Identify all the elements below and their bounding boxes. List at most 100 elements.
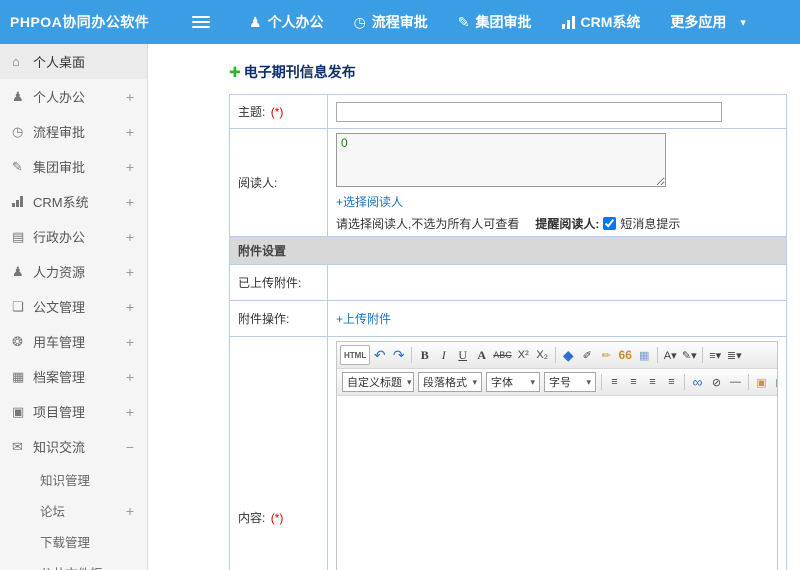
sidebar-item-workflow-approval[interactable]: ◷ 流程审批 +: [0, 114, 147, 149]
expand-indicator: +: [125, 368, 134, 385]
char-style-button[interactable]: A: [472, 345, 491, 365]
bold-button[interactable]: B: [415, 345, 434, 365]
underline-button[interactable]: U: [453, 345, 472, 365]
sidebar-item-admin-office[interactable]: ▤ 行政办公 +: [0, 219, 147, 254]
custom-title-select[interactable]: 自定义标题 ▾: [342, 372, 414, 392]
sidebar-item-label: CRM系统: [33, 195, 89, 210]
edit-icon: ✎: [457, 13, 470, 30]
subject-label: 主题:: [238, 105, 266, 119]
sidebar-item-label: 集团审批: [33, 160, 86, 175]
toolbar-separator: [684, 374, 685, 390]
italic-button[interactable]: I: [434, 345, 453, 365]
caret-down-icon: ▾: [407, 376, 412, 387]
remind-readers-label: 提醒阅读人:: [535, 217, 600, 231]
highlight-color-button[interactable]: ✎▾: [680, 345, 699, 365]
sidebar-item-crm-system[interactable]: CRM系统 +: [0, 184, 147, 219]
expand-indicator: +: [125, 333, 134, 350]
sms-notify-checkbox[interactable]: [603, 217, 617, 230]
align-justify-button[interactable]: ≡: [662, 372, 681, 392]
subscript-button[interactable]: X₂: [533, 345, 552, 365]
choose-readers-link[interactable]: +选择阅读人: [336, 193, 403, 210]
rich-text-editor: HTML ↶ ↷ B I U A ABC X² X₂ ◆ ✐ ✏ 66 ▦ A▾…: [336, 341, 778, 570]
content-editor-cell: HTML ↶ ↷ B I U A ABC X² X₂ ◆ ✐ ✏ 66 ▦ A▾…: [327, 336, 787, 570]
edit-icon: ✎: [12, 158, 23, 174]
html-source-button[interactable]: HTML: [340, 345, 371, 365]
image-button[interactable]: ▣: [752, 372, 771, 392]
ordered-list-button[interactable]: ≡▾: [706, 345, 725, 365]
font-family-select[interactable]: 字体 ▾: [486, 372, 540, 392]
caret-down-icon: ▾: [740, 16, 746, 29]
sidebar-subitem-knowledge-management[interactable]: 知识管理: [0, 464, 147, 495]
content-row: 内容: (*) HTML ↶ ↷ B I U A ABC X² X₂ ◆ ✐ ✏…: [229, 336, 787, 570]
sidebar-item-human-resources[interactable]: ♟ 人力资源 +: [0, 254, 147, 289]
clear-doc-button[interactable]: ✏: [597, 345, 616, 365]
align-right-button[interactable]: ≡: [643, 372, 662, 392]
readers-textarea[interactable]: 0: [336, 133, 666, 187]
expand-indicator: +: [125, 88, 134, 105]
sidebar-subitem-forum[interactable]: 论坛 +: [0, 495, 147, 526]
toolbar-separator: [656, 347, 658, 363]
attachment-action-row: 附件操作: +上传附件: [229, 300, 787, 337]
readers-row: 阅读人: 0 +选择阅读人 请选择阅读人,不选为所有人可查看 提醒阅读人: 短消…: [229, 128, 787, 237]
required-mark: (*): [270, 105, 284, 119]
align-left-button[interactable]: ≡: [605, 372, 624, 392]
nav-group-approval[interactable]: ✎ 集团审批: [443, 0, 547, 44]
undo-button[interactable]: ↶: [370, 345, 389, 365]
archive-icon: ▦: [12, 368, 25, 384]
sidebar-item-archive-management[interactable]: ▦ 档案管理 +: [0, 359, 147, 394]
hamburger-menu-icon[interactable]: [192, 0, 218, 44]
media-button[interactable]: ▶: [771, 372, 777, 392]
hr-button[interactable]: —: [726, 372, 745, 392]
sidebar-item-personal-office[interactable]: ♟ 个人办公 +: [0, 79, 147, 114]
remove-format-button[interactable]: ◆: [559, 345, 578, 365]
select-value: 字体: [491, 377, 513, 389]
paste-table-button[interactable]: ▦: [635, 345, 654, 365]
readers-hint: 请选择阅读人,不选为所有人可查看: [336, 217, 520, 231]
sidebar-item-group-approval[interactable]: ✎ 集团审批 +: [0, 149, 147, 184]
subject-input[interactable]: [336, 101, 722, 122]
app-logo: PHPOA协同办公软件: [10, 14, 150, 30]
nav-more-apps[interactable]: 更多应用 ▾: [655, 0, 761, 44]
caret-down-icon: ▾: [472, 376, 477, 387]
redo-button[interactable]: ↷: [389, 345, 408, 365]
bar-chart-icon: [561, 15, 575, 29]
car-icon: ❂: [12, 333, 23, 349]
attachment-section-header: 附件设置: [229, 236, 787, 265]
add-icon: ✚: [229, 63, 241, 80]
unlink-button[interactable]: ⊘: [707, 372, 726, 392]
content-label: 内容:: [238, 510, 266, 525]
font-color-button[interactable]: A▾: [661, 345, 680, 365]
unordered-list-button[interactable]: ≣▾: [725, 345, 744, 365]
content-label-cell: 内容: (*): [229, 336, 328, 570]
format-brush-button[interactable]: ✐: [578, 345, 597, 365]
expand-indicator: +: [125, 263, 134, 280]
sidebar-item-vehicle-management[interactable]: ❂ 用车管理 +: [0, 324, 147, 359]
expand-indicator: +: [125, 403, 134, 420]
select-value: 自定义标题: [347, 377, 402, 389]
sidebar-item-label: 档案管理: [33, 370, 86, 385]
toolbar-separator: [748, 374, 749, 390]
nav-personal-office[interactable]: ♟ 个人办公: [234, 0, 339, 44]
paragraph-format-select[interactable]: 段落格式 ▾: [418, 372, 482, 392]
font-size-select[interactable]: 字号 ▾: [544, 372, 596, 392]
align-center-button[interactable]: ≡: [624, 372, 643, 392]
sidebar-subitem-public-file-cabinet[interactable]: 公共文件柜: [0, 557, 147, 570]
strikethrough-button[interactable]: ABC: [491, 345, 514, 365]
nav-workflow-approval[interactable]: ◷ 流程审批: [339, 0, 443, 44]
sidebar-subitem-download-management[interactable]: 下载管理: [0, 526, 147, 557]
nav-crm-system[interactable]: CRM系统: [547, 0, 656, 44]
upload-attachment-link[interactable]: +上传附件: [336, 310, 391, 327]
sidebar-item-document-management[interactable]: ❏ 公文管理 +: [0, 289, 147, 324]
editor-canvas[interactable]: [337, 396, 777, 570]
sidebar-item-knowledge-exchange[interactable]: ✉ 知识交流 −: [0, 429, 147, 464]
nav-label: 集团审批: [475, 14, 532, 30]
readers-label-cell: 阅读人:: [229, 128, 328, 237]
superscript-button[interactable]: X²: [514, 345, 533, 365]
readers-label: 阅读人:: [238, 176, 278, 190]
attachment-action-cell: +上传附件: [327, 300, 787, 337]
blockquote-button[interactable]: 66: [616, 345, 635, 365]
sidebar-item-personal-desktop[interactable]: ⌂ 个人桌面: [0, 44, 147, 79]
sidebar-item-project-management[interactable]: ▣ 项目管理 +: [0, 394, 147, 429]
link-button[interactable]: ∞: [688, 372, 707, 392]
sidebar-item-label: 个人桌面: [33, 55, 86, 70]
